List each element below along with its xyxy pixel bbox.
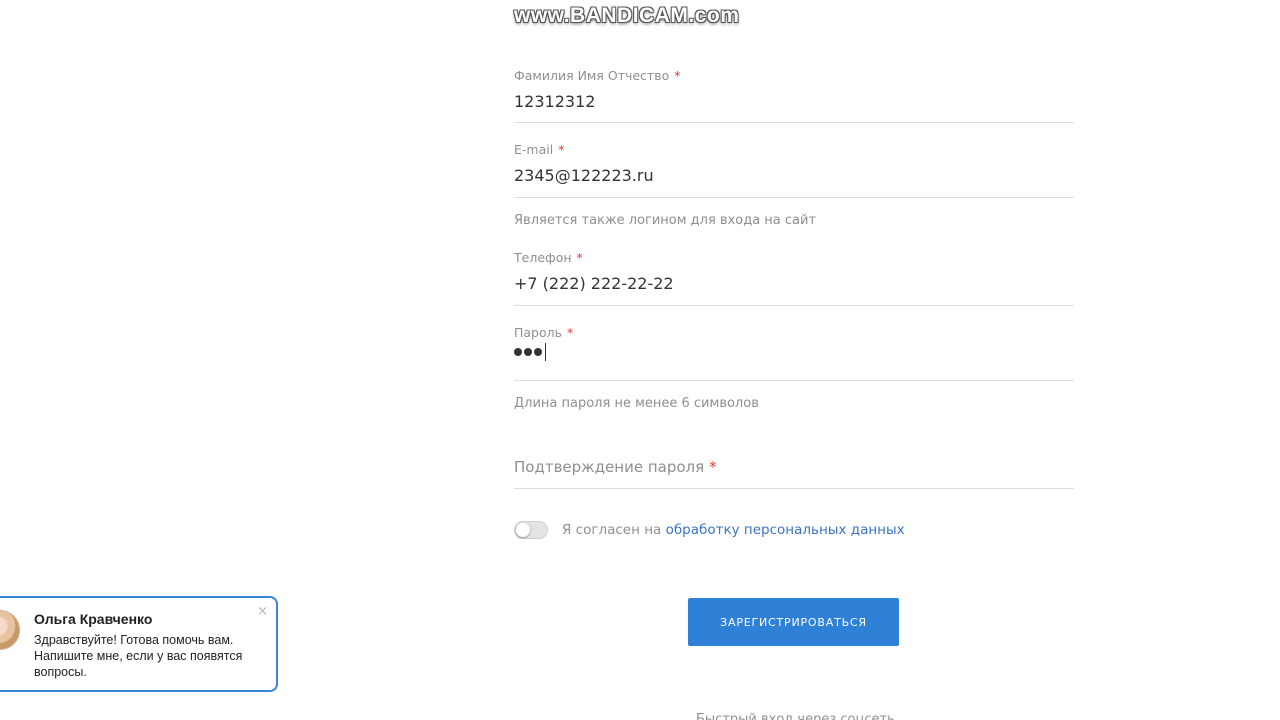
password-confirm-field[interactable]: Подтверждение пароля * — [514, 450, 1074, 489]
chat-popup[interactable]: Ольга Кравченко Здравствуйте! Готова пом… — [0, 596, 278, 692]
password-label: Пароль * — [514, 325, 574, 340]
email-field[interactable]: E-mail * 2345@122223.ru — [514, 138, 1074, 198]
personal-data-link[interactable]: обработку персональных данных — [666, 522, 905, 538]
email-input[interactable]: 2345@122223.ru — [514, 166, 654, 185]
required-marker: * — [558, 142, 565, 157]
text-caret — [545, 343, 546, 361]
phone-input[interactable]: +7 (222) 222-22-22 — [514, 274, 674, 293]
password-mask-dot — [534, 348, 542, 356]
email-hint: Является также логином для входа на сайт — [514, 213, 817, 228]
quick-login-text: Быстрый вход через соцсеть — [696, 712, 895, 720]
full-name-field[interactable]: Фамилия Имя Отчество * 12312312 — [514, 64, 1074, 123]
chat-message: Здравствуйте! Готова помочь вам. Напишит… — [34, 633, 243, 679]
consent-text: Я согласен на обработку персональных дан… — [562, 522, 905, 538]
register-button[interactable]: ЗАРЕГИСТРИРОВАТЬСЯ — [688, 598, 899, 646]
consent-toggle[interactable] — [514, 521, 548, 539]
email-label: E-mail * — [514, 142, 565, 157]
required-marker: * — [576, 250, 583, 265]
password-mask-dot — [514, 348, 522, 356]
close-icon[interactable]: × — [257, 604, 268, 619]
password-mask-dot — [524, 348, 532, 356]
avatar — [0, 610, 20, 650]
password-hint: Длина пароля не менее 6 символов — [514, 396, 759, 411]
phone-label: Телефон * — [514, 250, 583, 265]
password-confirm-placeholder[interactable]: Подтверждение пароля * — [514, 458, 717, 476]
password-field[interactable]: Пароль * — [514, 321, 1074, 381]
full-name-input[interactable]: 12312312 — [514, 92, 595, 111]
required-marker: * — [709, 458, 717, 476]
phone-field[interactable]: Телефон * +7 (222) 222-22-22 — [514, 246, 1074, 306]
required-marker: * — [674, 68, 681, 83]
full-name-label: Фамилия Имя Отчество * — [514, 68, 681, 83]
password-input[interactable] — [514, 343, 546, 361]
bandicam-watermark: www.BANDICAM.com — [514, 4, 740, 27]
toggle-knob — [516, 523, 530, 537]
required-marker: * — [567, 325, 574, 340]
chat-agent-name: Ольга Кравченко — [34, 611, 153, 627]
